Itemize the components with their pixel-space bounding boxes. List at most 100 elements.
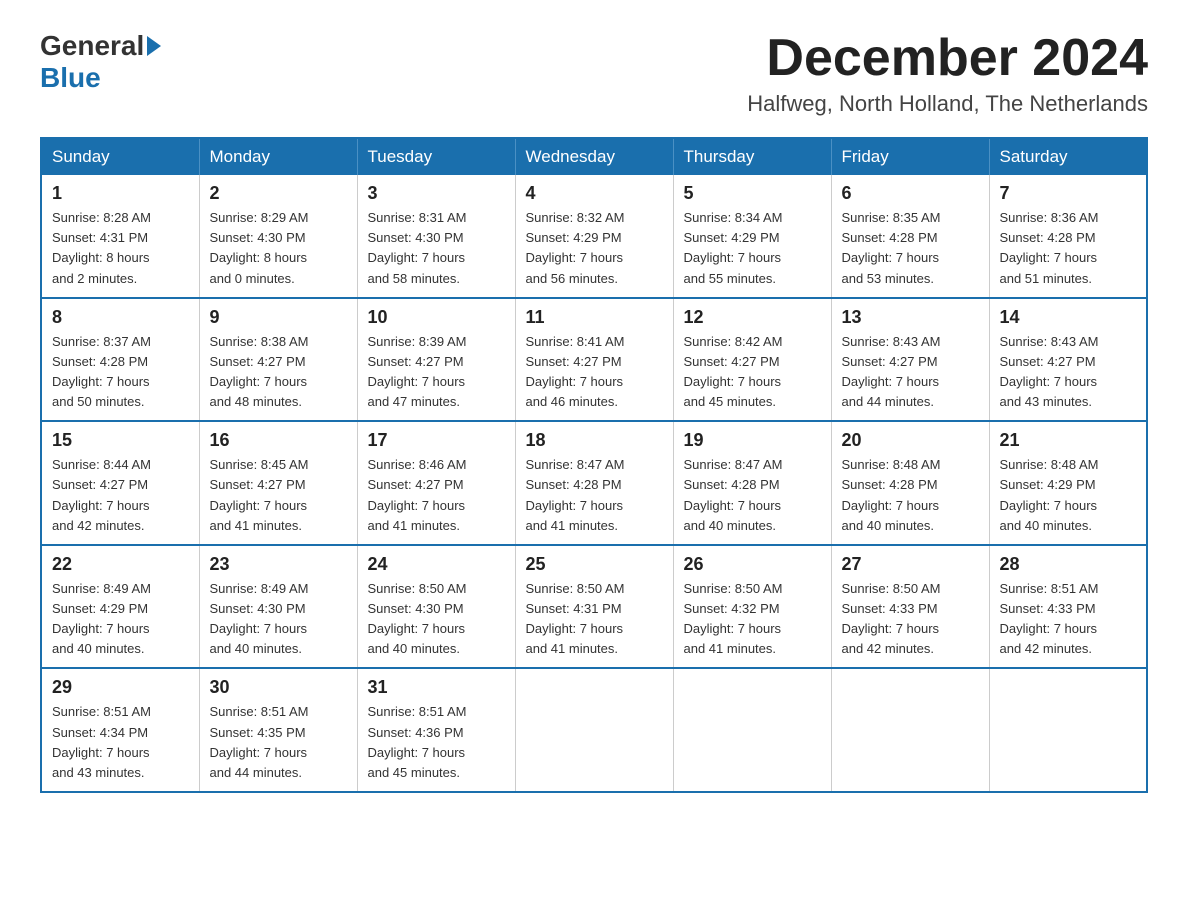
day-number: 27 — [842, 554, 979, 575]
calendar-header-wednesday: Wednesday — [515, 138, 673, 175]
logo: General Blue — [40, 30, 164, 94]
day-number: 5 — [684, 183, 821, 204]
calendar-cell: 21 Sunrise: 8:48 AMSunset: 4:29 PMDayligh… — [989, 421, 1147, 545]
calendar-cell: 9 Sunrise: 8:38 AMSunset: 4:27 PMDaylight… — [199, 298, 357, 422]
day-number: 18 — [526, 430, 663, 451]
day-info: Sunrise: 8:36 AMSunset: 4:28 PMDaylight:… — [1000, 208, 1137, 289]
calendar-cell — [515, 668, 673, 792]
day-number: 25 — [526, 554, 663, 575]
day-number: 31 — [368, 677, 505, 698]
day-info: Sunrise: 8:43 AMSunset: 4:27 PMDaylight:… — [842, 332, 979, 413]
day-info: Sunrise: 8:49 AMSunset: 4:29 PMDaylight:… — [52, 579, 189, 660]
day-number: 15 — [52, 430, 189, 451]
title-area: December 2024 Halfweg, North Holland, Th… — [747, 30, 1148, 117]
day-number: 16 — [210, 430, 347, 451]
calendar-week-1: 1 Sunrise: 8:28 AMSunset: 4:31 PMDaylight… — [41, 175, 1147, 298]
day-info: Sunrise: 8:50 AMSunset: 4:33 PMDaylight:… — [842, 579, 979, 660]
day-number: 6 — [842, 183, 979, 204]
calendar-header-sunday: Sunday — [41, 138, 199, 175]
calendar-cell: 23 Sunrise: 8:49 AMSunset: 4:30 PMDayligh… — [199, 545, 357, 669]
day-info: Sunrise: 8:45 AMSunset: 4:27 PMDaylight:… — [210, 455, 347, 536]
day-number: 14 — [1000, 307, 1137, 328]
day-info: Sunrise: 8:39 AMSunset: 4:27 PMDaylight:… — [368, 332, 505, 413]
day-info: Sunrise: 8:35 AMSunset: 4:28 PMDaylight:… — [842, 208, 979, 289]
day-info: Sunrise: 8:47 AMSunset: 4:28 PMDaylight:… — [526, 455, 663, 536]
calendar-cell — [989, 668, 1147, 792]
calendar-header-monday: Monday — [199, 138, 357, 175]
calendar-cell: 16 Sunrise: 8:45 AMSunset: 4:27 PMDayligh… — [199, 421, 357, 545]
day-number: 7 — [1000, 183, 1137, 204]
logo-general: General — [40, 30, 144, 62]
calendar-cell: 11Sunrise: 8:41 AMSunset: 4:27 PMDayligh… — [515, 298, 673, 422]
calendar-cell: 22 Sunrise: 8:49 AMSunset: 4:29 PMDayligh… — [41, 545, 199, 669]
day-info: Sunrise: 8:42 AMSunset: 4:27 PMDaylight:… — [684, 332, 821, 413]
day-number: 3 — [368, 183, 505, 204]
calendar-header-row: SundayMondayTuesdayWednesdayThursdayFrid… — [41, 138, 1147, 175]
calendar-cell: 20 Sunrise: 8:48 AMSunset: 4:28 PMDayligh… — [831, 421, 989, 545]
calendar-cell: 18 Sunrise: 8:47 AMSunset: 4:28 PMDayligh… — [515, 421, 673, 545]
calendar-header-friday: Friday — [831, 138, 989, 175]
calendar-cell: 31Sunrise: 8:51 AMSunset: 4:36 PMDayligh… — [357, 668, 515, 792]
day-number: 21 — [1000, 430, 1137, 451]
day-number: 2 — [210, 183, 347, 204]
calendar-week-5: 29Sunrise: 8:51 AMSunset: 4:34 PMDayligh… — [41, 668, 1147, 792]
day-info: Sunrise: 8:48 AMSunset: 4:29 PMDaylight:… — [1000, 455, 1137, 536]
day-number: 1 — [52, 183, 189, 204]
day-info: Sunrise: 8:31 AMSunset: 4:30 PMDaylight:… — [368, 208, 505, 289]
calendar-header-tuesday: Tuesday — [357, 138, 515, 175]
day-info: Sunrise: 8:38 AMSunset: 4:27 PMDaylight:… — [210, 332, 347, 413]
calendar-cell: 17 Sunrise: 8:46 AMSunset: 4:27 PMDayligh… — [357, 421, 515, 545]
calendar-cell: 14 Sunrise: 8:43 AMSunset: 4:27 PMDayligh… — [989, 298, 1147, 422]
calendar-week-3: 15 Sunrise: 8:44 AMSunset: 4:27 PMDayligh… — [41, 421, 1147, 545]
day-number: 17 — [368, 430, 505, 451]
calendar-cell: 15 Sunrise: 8:44 AMSunset: 4:27 PMDayligh… — [41, 421, 199, 545]
day-info: Sunrise: 8:48 AMSunset: 4:28 PMDaylight:… — [842, 455, 979, 536]
calendar-cell: 28Sunrise: 8:51 AMSunset: 4:33 PMDayligh… — [989, 545, 1147, 669]
calendar-cell: 3 Sunrise: 8:31 AMSunset: 4:30 PMDaylight… — [357, 175, 515, 298]
day-number: 22 — [52, 554, 189, 575]
calendar-cell: 8 Sunrise: 8:37 AMSunset: 4:28 PMDaylight… — [41, 298, 199, 422]
day-info: Sunrise: 8:50 AMSunset: 4:31 PMDaylight:… — [526, 579, 663, 660]
day-info: Sunrise: 8:43 AMSunset: 4:27 PMDaylight:… — [1000, 332, 1137, 413]
day-info: Sunrise: 8:51 AMSunset: 4:34 PMDaylight:… — [52, 702, 189, 783]
day-info: Sunrise: 8:51 AMSunset: 4:35 PMDaylight:… — [210, 702, 347, 783]
day-info: Sunrise: 8:32 AMSunset: 4:29 PMDaylight:… — [526, 208, 663, 289]
day-number: 9 — [210, 307, 347, 328]
calendar-cell: 4Sunrise: 8:32 AMSunset: 4:29 PMDaylight… — [515, 175, 673, 298]
calendar-cell: 27 Sunrise: 8:50 AMSunset: 4:33 PMDayligh… — [831, 545, 989, 669]
day-number: 23 — [210, 554, 347, 575]
day-info: Sunrise: 8:46 AMSunset: 4:27 PMDaylight:… — [368, 455, 505, 536]
day-number: 19 — [684, 430, 821, 451]
month-title: December 2024 — [747, 30, 1148, 87]
day-info: Sunrise: 8:44 AMSunset: 4:27 PMDaylight:… — [52, 455, 189, 536]
day-number: 10 — [368, 307, 505, 328]
calendar-cell: 26Sunrise: 8:50 AMSunset: 4:32 PMDayligh… — [673, 545, 831, 669]
day-info: Sunrise: 8:28 AMSunset: 4:31 PMDaylight:… — [52, 208, 189, 289]
calendar-header-thursday: Thursday — [673, 138, 831, 175]
calendar-cell — [831, 668, 989, 792]
calendar-cell: 5 Sunrise: 8:34 AMSunset: 4:29 PMDaylight… — [673, 175, 831, 298]
calendar-cell: 7 Sunrise: 8:36 AMSunset: 4:28 PMDaylight… — [989, 175, 1147, 298]
calendar-week-4: 22 Sunrise: 8:49 AMSunset: 4:29 PMDayligh… — [41, 545, 1147, 669]
calendar-cell — [673, 668, 831, 792]
day-number: 20 — [842, 430, 979, 451]
day-number: 13 — [842, 307, 979, 328]
calendar-cell: 13 Sunrise: 8:43 AMSunset: 4:27 PMDayligh… — [831, 298, 989, 422]
day-number: 28 — [1000, 554, 1137, 575]
header: General Blue December 2024 Halfweg, Nort… — [40, 30, 1148, 117]
day-info: Sunrise: 8:34 AMSunset: 4:29 PMDaylight:… — [684, 208, 821, 289]
calendar-cell: 24Sunrise: 8:50 AMSunset: 4:30 PMDayligh… — [357, 545, 515, 669]
logo-blue: Blue — [40, 62, 101, 93]
calendar-cell: 30Sunrise: 8:51 AMSunset: 4:35 PMDayligh… — [199, 668, 357, 792]
day-info: Sunrise: 8:49 AMSunset: 4:30 PMDaylight:… — [210, 579, 347, 660]
calendar-cell: 10 Sunrise: 8:39 AMSunset: 4:27 PMDayligh… — [357, 298, 515, 422]
logo-arrow-icon — [147, 36, 161, 56]
calendar-cell: 19Sunrise: 8:47 AMSunset: 4:28 PMDayligh… — [673, 421, 831, 545]
day-info: Sunrise: 8:50 AMSunset: 4:32 PMDaylight:… — [684, 579, 821, 660]
day-info: Sunrise: 8:37 AMSunset: 4:28 PMDaylight:… — [52, 332, 189, 413]
calendar-cell: 1 Sunrise: 8:28 AMSunset: 4:31 PMDaylight… — [41, 175, 199, 298]
day-number: 8 — [52, 307, 189, 328]
calendar-header-saturday: Saturday — [989, 138, 1147, 175]
calendar-cell: 25 Sunrise: 8:50 AMSunset: 4:31 PMDayligh… — [515, 545, 673, 669]
day-number: 11 — [526, 307, 663, 328]
